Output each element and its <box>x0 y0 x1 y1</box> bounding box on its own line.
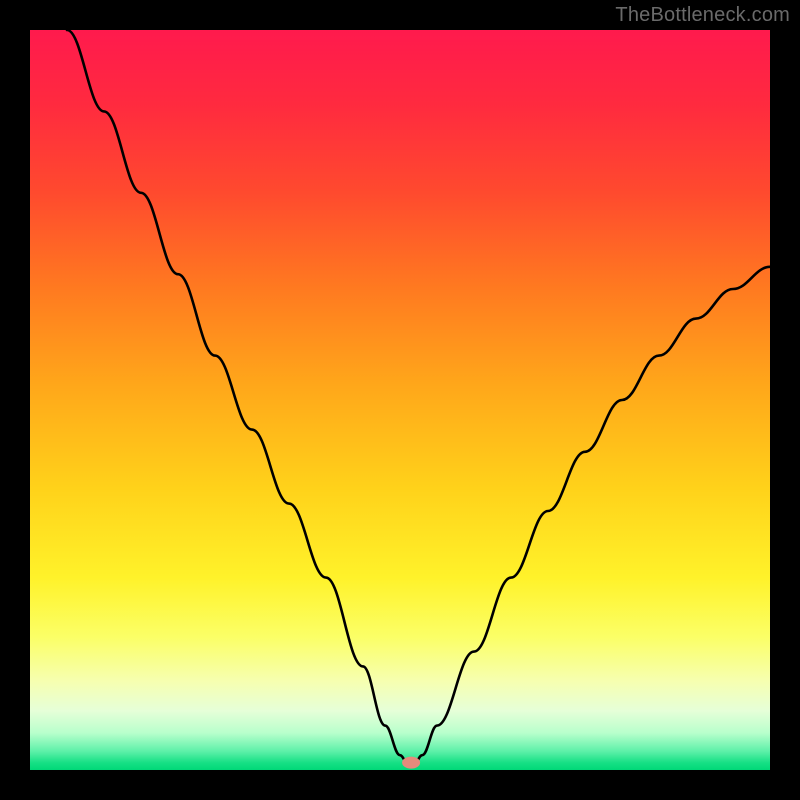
bottleneck-curve <box>67 30 770 763</box>
curve-svg <box>30 30 770 770</box>
plot-area <box>30 30 770 770</box>
minimum-marker <box>402 757 420 769</box>
watermark-text: TheBottleneck.com <box>615 4 790 27</box>
chart-frame: TheBottleneck.com <box>0 0 800 800</box>
